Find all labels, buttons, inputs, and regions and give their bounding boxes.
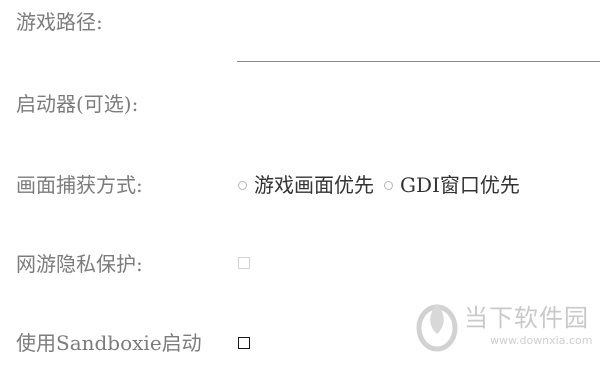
radio-button-icon[interactable] (384, 180, 393, 190)
downxia-logo-icon (416, 304, 458, 352)
privacy-protection-checkbox[interactable] (238, 257, 250, 269)
watermark-title: 当下软件园 (464, 304, 589, 332)
game-path-input[interactable] (237, 61, 600, 62)
watermark: 当下软件园 www.downxia.com (410, 300, 600, 360)
radio-gdi-first[interactable]: GDI窗口优先 (384, 173, 520, 197)
radio-game-first[interactable]: 游戏画面优先 (238, 173, 374, 197)
launcher-label: 启动器(可选): (16, 92, 139, 116)
sandboxie-launch-checkbox[interactable] (238, 337, 250, 349)
capture-mode-label: 画面捕获方式: (16, 173, 143, 197)
radio-game-first-label: 游戏画面优先 (254, 173, 374, 197)
radio-button-icon[interactable] (238, 180, 247, 190)
privacy-protection-label: 网游隐私保护: (16, 252, 143, 276)
game-path-label: 游戏路径: (16, 10, 103, 34)
capture-mode-radio-group: 游戏画面优先 GDI窗口优先 (238, 172, 530, 198)
radio-gdi-first-label: GDI窗口优先 (400, 173, 520, 197)
sandboxie-launch-label: 使用Sandboxie启动 (16, 331, 202, 355)
watermark-url: www.downxia.com (490, 334, 593, 347)
